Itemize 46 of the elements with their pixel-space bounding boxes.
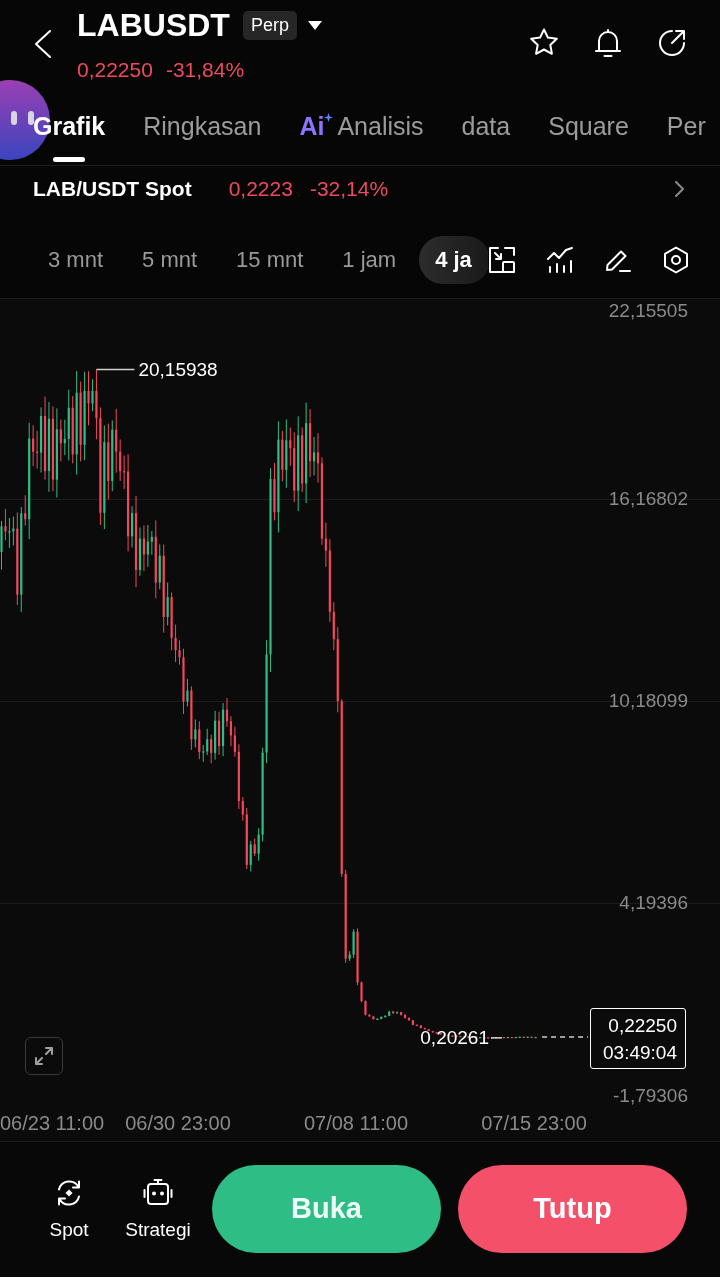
price-change: -31,84% [165,57,245,83]
y-axis-label: 16,16802 [608,488,688,510]
x-axis-label: 06/30 23:00 [125,1112,231,1134]
expand-icon [35,1047,53,1065]
timeframe-tab[interactable]: 3 mnt [48,246,104,273]
spot-button[interactable]: Spot [36,1177,102,1241]
last-price: 0,22250 [77,57,153,83]
bell-icon[interactable] [592,27,624,59]
y-axis-label: 22,15505 [608,300,688,322]
x-axis-label: 06/23 11:00 [0,1112,105,1134]
settings-icon[interactable] [662,245,690,274]
tab[interactable]: Ringkasan [143,100,262,165]
spot-price: 0,2223 [228,175,293,202]
tab[interactable]: data [461,100,511,165]
timeframe-tab[interactable]: 5 mnt [142,246,198,273]
picture-in-picture-icon[interactable] [488,245,516,274]
timeframe-tab[interactable]: 1 jam [342,246,397,273]
caret-down-icon[interactable] [307,20,322,30]
chart-indicator-icon[interactable] [546,245,574,274]
expand-button[interactable] [25,1037,63,1075]
timeframe-tab[interactable]: 15 mnt [236,246,304,273]
tab[interactable]: Per [666,100,706,165]
price-line [541,1036,589,1038]
y-axis-label: -1,79306 [613,1085,688,1107]
leader-line [490,1037,503,1039]
contract-type-badge[interactable]: Perp [242,10,297,40]
strategy-button[interactable]: Strategi [118,1177,198,1241]
spot-change: -32,14% [309,175,389,202]
tab[interactable]: Ai Analisis [299,100,424,165]
pair-name[interactable]: LAB/USDT Spot [33,175,192,202]
leader-line [95,368,136,371]
symbol-title: LABUSDT [77,6,230,44]
sparkle-icon [324,113,334,122]
timeframe-tab[interactable]: 4 ja [419,235,488,284]
y-axis-label: 10,18099 [608,690,688,712]
low-price-label: 0,20261 [420,1026,489,1049]
countdown-timer: 03:49:04 [603,1040,677,1065]
ai-logo: Ai [299,111,325,141]
y-axis-label: 4,19396 [619,892,688,914]
x-axis-label: 07/15 23:00 [481,1112,587,1134]
circular-arrow-icon[interactable] [656,27,688,59]
x-axis-label: 07/08 11:00 [303,1112,409,1134]
tag-price: 0,22250 [608,1013,677,1038]
tab[interactable]: Square [548,100,629,165]
high-price-label: 20,15938 [138,358,218,381]
chevron-right-icon[interactable] [675,180,684,197]
